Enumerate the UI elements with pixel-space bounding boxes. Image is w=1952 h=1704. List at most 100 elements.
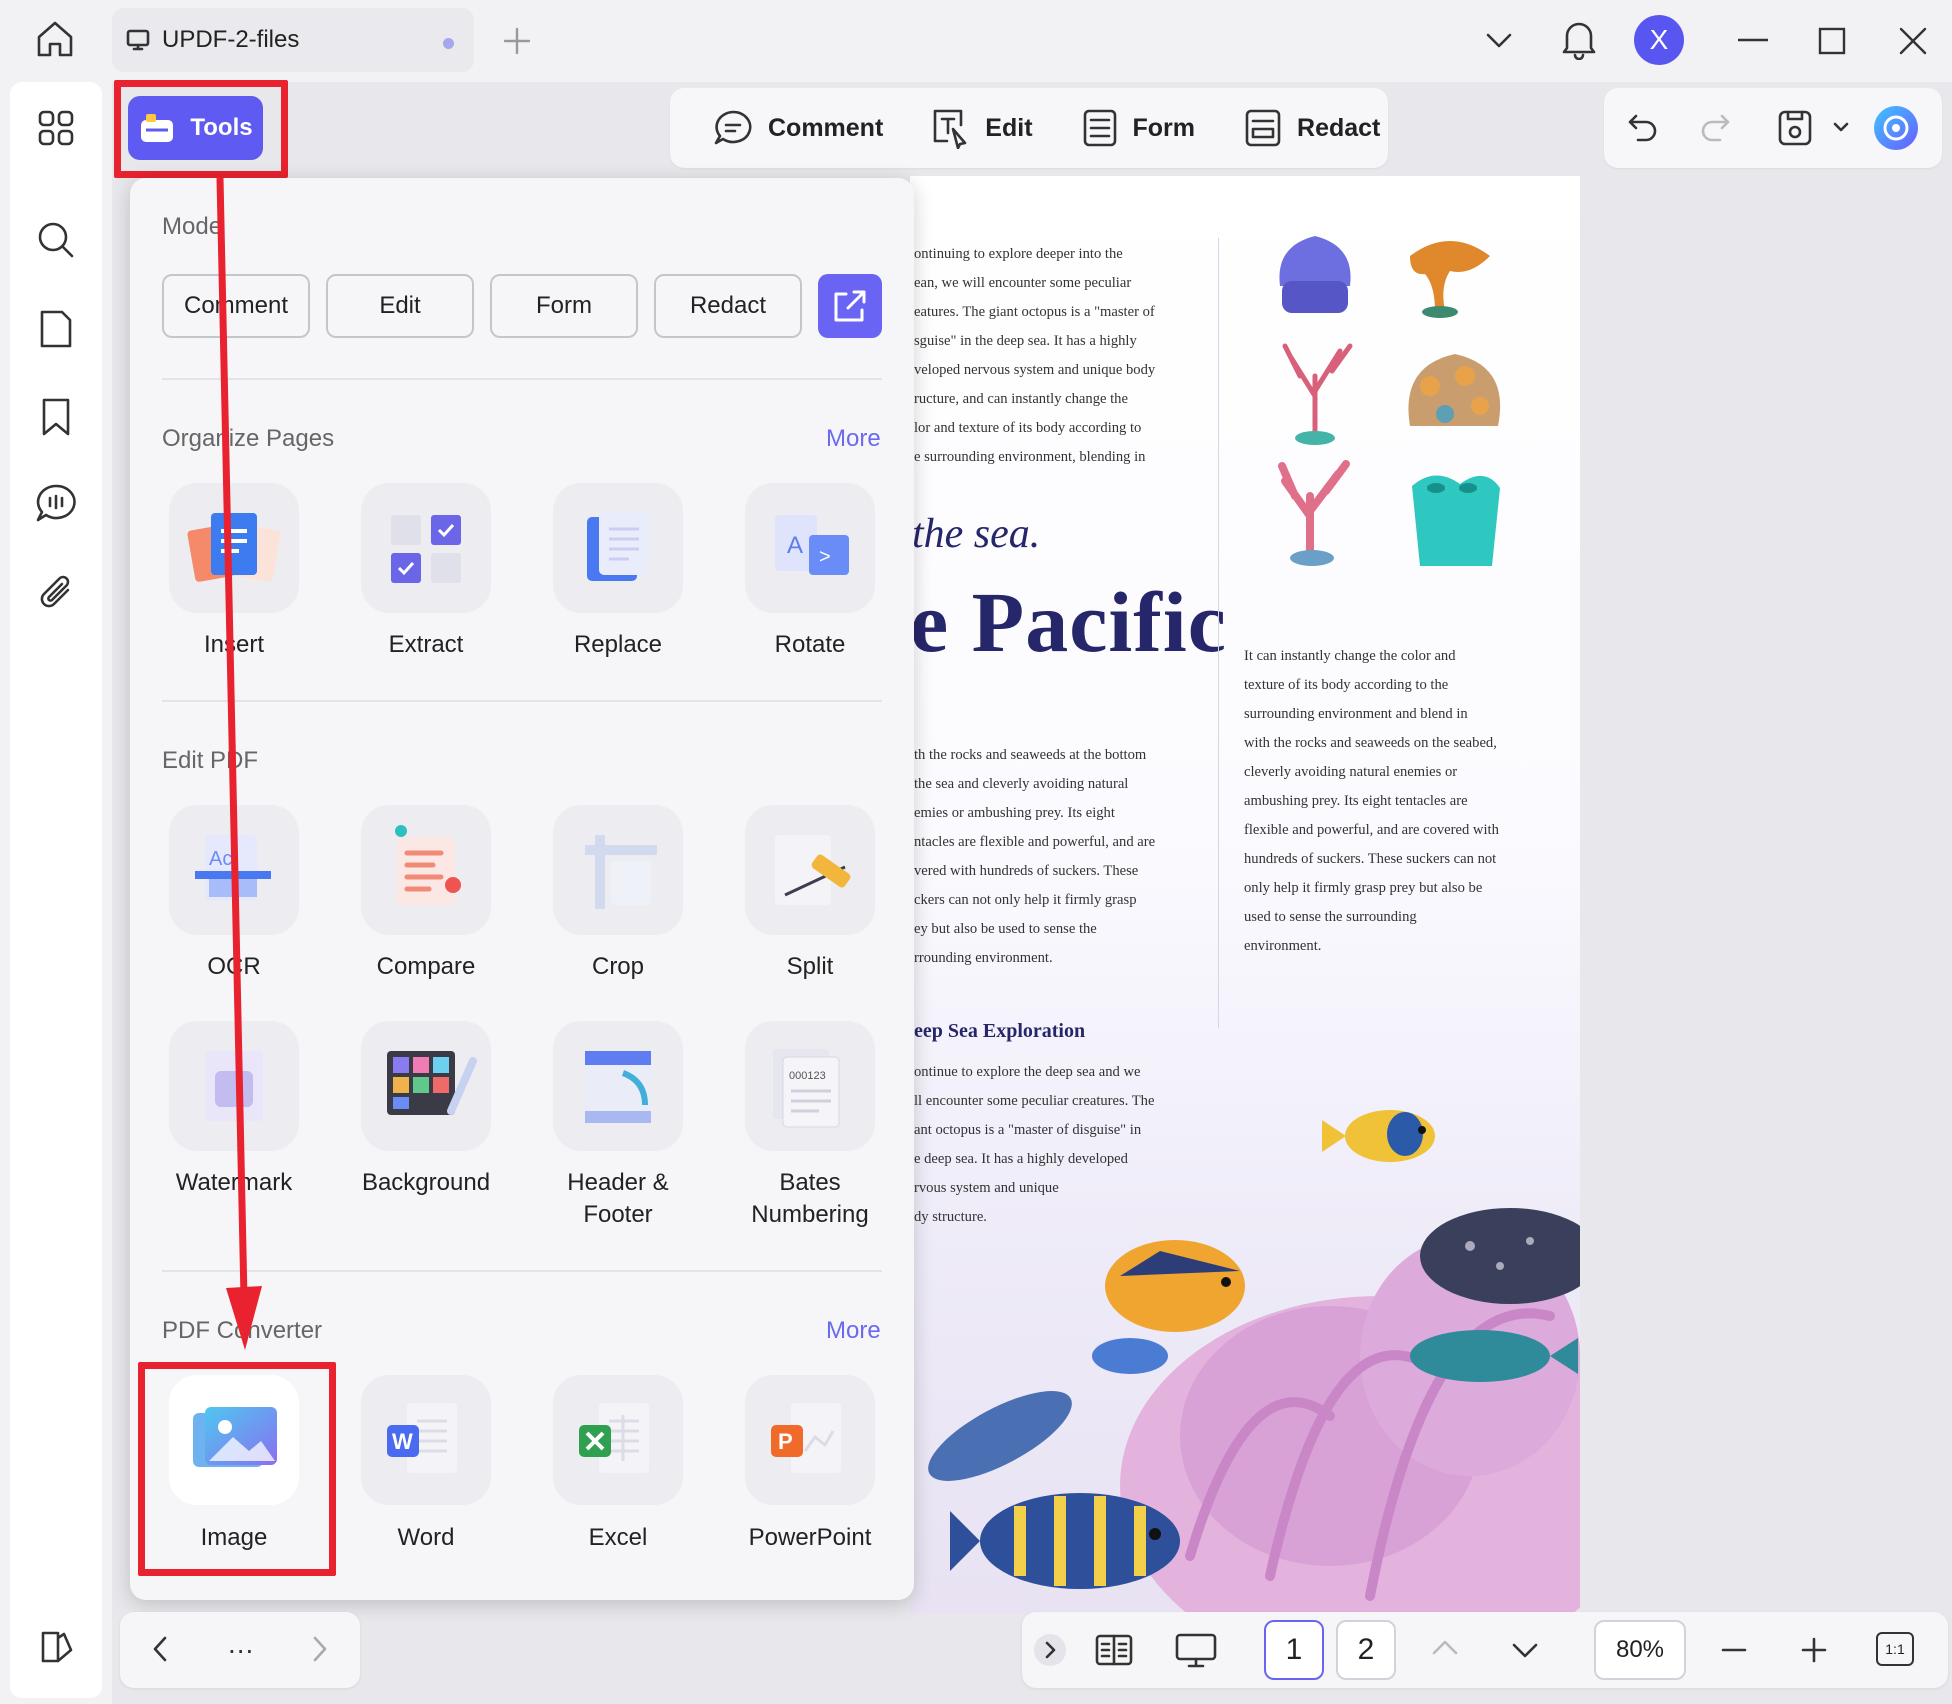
minimize-icon[interactable] [1738, 38, 1768, 42]
coral-illustrations [1278, 236, 1501, 566]
bell-icon[interactable] [1560, 18, 1598, 60]
zoom-level[interactable]: 80% [1594, 1620, 1686, 1680]
column1-paragraph2: th the rocks and seaweeds at the bottom t… [914, 741, 1214, 973]
tool-to-word[interactable]: W [361, 1375, 491, 1505]
redo-icon[interactable] [1698, 110, 1732, 144]
tool-replace-label: Replace [573, 631, 663, 658]
collapse-bar-icon[interactable] [1034, 1634, 1066, 1666]
tool-split[interactable] [745, 805, 875, 935]
open-in-window-button[interactable] [818, 274, 882, 338]
text-line: only help it firmly grasp prey but also … [1244, 880, 1483, 896]
bookmark-icon[interactable] [40, 396, 72, 438]
bates-numbering-icon: 000123 [773, 1049, 840, 1128]
tool-header-footer-label: Header & Footer [567, 1169, 669, 1228]
tool-extract[interactable] [361, 483, 491, 613]
page-layout-icon[interactable] [1094, 1630, 1134, 1670]
text-line: texture of its body according to the [1244, 677, 1449, 693]
actual-size-button[interactable]: 1:1 [1876, 1632, 1914, 1666]
scroll-down-icon[interactable] [1510, 1638, 1540, 1662]
svg-text:P: P [778, 1429, 793, 1454]
powerpoint-icon: P [771, 1403, 841, 1473]
text-line: used to sense the surrounding [1244, 909, 1417, 925]
toolbar-form-button[interactable]: Form [1057, 107, 1220, 149]
blue-fish-left [928, 1391, 1072, 1481]
replace-icon [587, 511, 649, 581]
background-icon [387, 1051, 477, 1115]
ai-assistant-icon[interactable] [1872, 104, 1920, 152]
mode-edit-button[interactable]: Edit [326, 274, 474, 338]
toolbar-comment-button[interactable]: Comment [688, 108, 907, 148]
page-1-button[interactable]: 1 [1264, 1620, 1324, 1680]
tool-background[interactable] [361, 1021, 491, 1151]
toolbar-edit-button[interactable]: Edit [907, 107, 1056, 149]
text-line: e surrounding environment, blending in [914, 449, 1146, 465]
organize-more-link[interactable]: More [826, 425, 881, 453]
converter-more-link[interactable]: More [826, 1317, 881, 1345]
tool-crop[interactable] [553, 805, 683, 935]
tool-rotate[interactable]: A > [745, 483, 875, 613]
text-line: th the rocks and seaweeds at the bottom [914, 747, 1147, 763]
updf-layers-icon[interactable] [38, 1628, 76, 1666]
mode-redact-button[interactable]: Redact [654, 274, 802, 338]
mode-form-button[interactable]: Form [490, 274, 638, 338]
text-line: vered with hundreds of suckers. These [914, 863, 1139, 879]
prev-page-icon[interactable] [150, 1634, 170, 1664]
pages-icon[interactable] [38, 308, 74, 350]
text-line: emies or ambushing prey. Its eight [914, 805, 1115, 821]
home-icon[interactable] [34, 18, 76, 60]
close-icon[interactable] [1898, 26, 1928, 56]
tool-header-footer[interactable] [553, 1021, 683, 1151]
search-icon[interactable] [36, 220, 76, 260]
image-highlight-box [138, 1362, 336, 1576]
document-tab[interactable]: UPDF-2-files [112, 8, 474, 72]
presentation-icon[interactable] [1174, 1630, 1218, 1670]
text-line: lor and texture of its body according to [914, 420, 1142, 436]
text-line: ntacles are flexible and powerful, and a… [914, 834, 1156, 850]
tool-bates-numbering[interactable]: 000123 [745, 1021, 875, 1151]
page-2-button[interactable]: 2 [1336, 1620, 1396, 1680]
split-icon [775, 835, 851, 905]
chevron-down-icon[interactable] [1484, 28, 1514, 52]
toolbar-redact-button[interactable]: Redact [1219, 107, 1404, 149]
text-line: the sea and cleverly avoiding natural [914, 776, 1129, 792]
text-line: ey but also be used to sense the [914, 921, 1097, 937]
tool-to-excel[interactable] [553, 1375, 683, 1505]
monitor-icon [126, 29, 150, 51]
text-line: ean, we will encounter some peculiar [914, 275, 1132, 291]
text-line: with the rocks and seaweeds on the seabe… [1244, 735, 1497, 751]
zoom-in-icon[interactable] [1800, 1636, 1828, 1664]
text-line: flexible and powerful, and are covered w… [1244, 822, 1499, 838]
excel-icon [579, 1403, 649, 1473]
rotate-icon: A > [775, 515, 849, 575]
tool-to-powerpoint[interactable]: P [745, 1375, 875, 1505]
tool-compare[interactable] [361, 805, 491, 935]
save-options-chevron-icon[interactable] [1832, 120, 1850, 134]
text-line: veloped nervous system and unique body [914, 362, 1156, 378]
tool-to-word-label: Word [397, 1524, 455, 1551]
tab-title: UPDF-2-files [162, 26, 300, 53]
new-tab-plus-icon[interactable] [502, 26, 532, 56]
user-avatar[interactable]: X [1634, 15, 1684, 65]
attachment-icon[interactable] [38, 572, 76, 614]
thumbnails-grid-icon[interactable] [36, 108, 76, 148]
header-footer-icon [585, 1051, 651, 1123]
next-page-icon[interactable] [310, 1634, 330, 1664]
zoom-out-icon[interactable] [1720, 1636, 1748, 1664]
text-line: environment. [1244, 938, 1322, 954]
coral-teal-tube [1412, 475, 1500, 566]
unsaved-dot [443, 38, 454, 49]
tools-highlight-box [114, 80, 288, 178]
save-icon[interactable] [1776, 108, 1814, 148]
comment-icon [714, 110, 752, 145]
pdf-page[interactable]: ontinuing to explore deeper into the ean,… [910, 176, 1580, 1614]
comments-icon[interactable] [34, 482, 78, 524]
column2-paragraph1: It can instantly change the color and tex… [1244, 642, 1564, 961]
maximize-icon[interactable] [1818, 27, 1846, 55]
scroll-up-icon[interactable] [1430, 1636, 1460, 1660]
form-icon [1083, 109, 1116, 147]
tool-replace[interactable] [553, 483, 683, 613]
more-dots[interactable]: ... [228, 1628, 254, 1660]
subheading: eep Sea Exploration [914, 1020, 1086, 1042]
undo-icon[interactable] [1626, 110, 1660, 144]
text-line: It can instantly change the color and [1244, 648, 1456, 664]
